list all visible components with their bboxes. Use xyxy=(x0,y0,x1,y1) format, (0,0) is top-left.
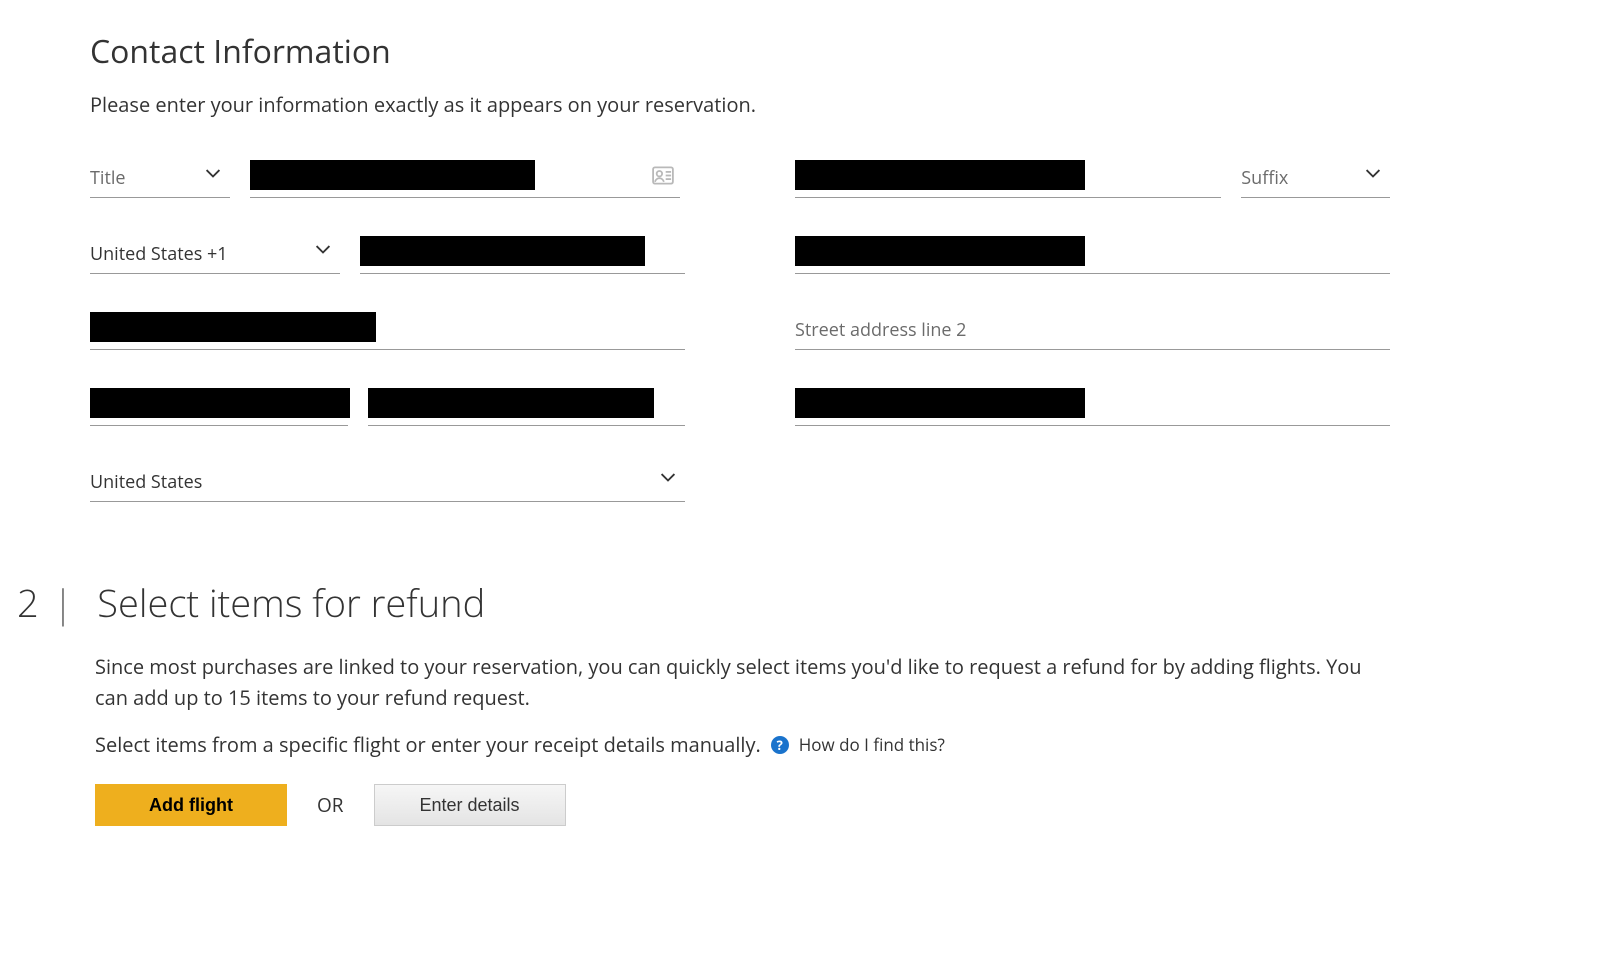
email-input[interactable] xyxy=(795,234,1390,274)
street-address-2-input[interactable]: Street address line 2 xyxy=(795,310,1390,350)
step-divider: | xyxy=(53,577,74,629)
info-icon[interactable]: ? xyxy=(771,736,789,754)
state-input[interactable] xyxy=(368,386,685,426)
chevron-down-icon xyxy=(1362,161,1384,188)
postal-code-input[interactable] xyxy=(795,386,1390,426)
add-flight-button[interactable]: Add flight xyxy=(95,784,287,826)
or-separator: OR xyxy=(317,792,344,818)
title-select[interactable]: Title xyxy=(90,158,230,198)
city-input[interactable] xyxy=(90,386,348,426)
chevron-down-icon xyxy=(312,237,334,264)
suffix-select[interactable]: Suffix xyxy=(1241,158,1390,198)
step-number: 2 xyxy=(17,577,39,629)
refund-section-heading: Select items for refund xyxy=(97,577,485,629)
phone-number-input[interactable] xyxy=(360,234,685,274)
first-name-input[interactable] xyxy=(250,158,680,198)
phone-country-code-select[interactable]: United States +1 xyxy=(90,234,340,274)
contact-info-subtext: Please enter your information exactly as… xyxy=(90,91,1510,118)
refund-description: Since most purchases are linked to your … xyxy=(95,651,1395,713)
refund-instruction: Select items from a specific flight or e… xyxy=(95,731,761,758)
chevron-down-icon xyxy=(657,465,679,492)
country-select[interactable]: United States xyxy=(90,462,685,502)
title-placeholder: Title xyxy=(90,166,126,190)
enter-details-button[interactable]: Enter details xyxy=(374,784,566,826)
contact-info-heading: Contact Information xyxy=(90,30,1510,73)
street-address-1-input[interactable] xyxy=(90,310,685,350)
contact-form: Title xyxy=(90,158,1510,502)
contact-card-icon xyxy=(652,166,674,189)
how-do-i-find-this-link[interactable]: How do I find this? xyxy=(799,733,945,756)
chevron-down-icon xyxy=(202,161,224,188)
country-value: United States xyxy=(90,470,202,494)
last-name-input[interactable] xyxy=(795,158,1221,198)
street-address-2-placeholder: Street address line 2 xyxy=(795,318,966,342)
suffix-placeholder: Suffix xyxy=(1241,166,1288,190)
phone-country-code-value: United States +1 xyxy=(90,242,228,266)
